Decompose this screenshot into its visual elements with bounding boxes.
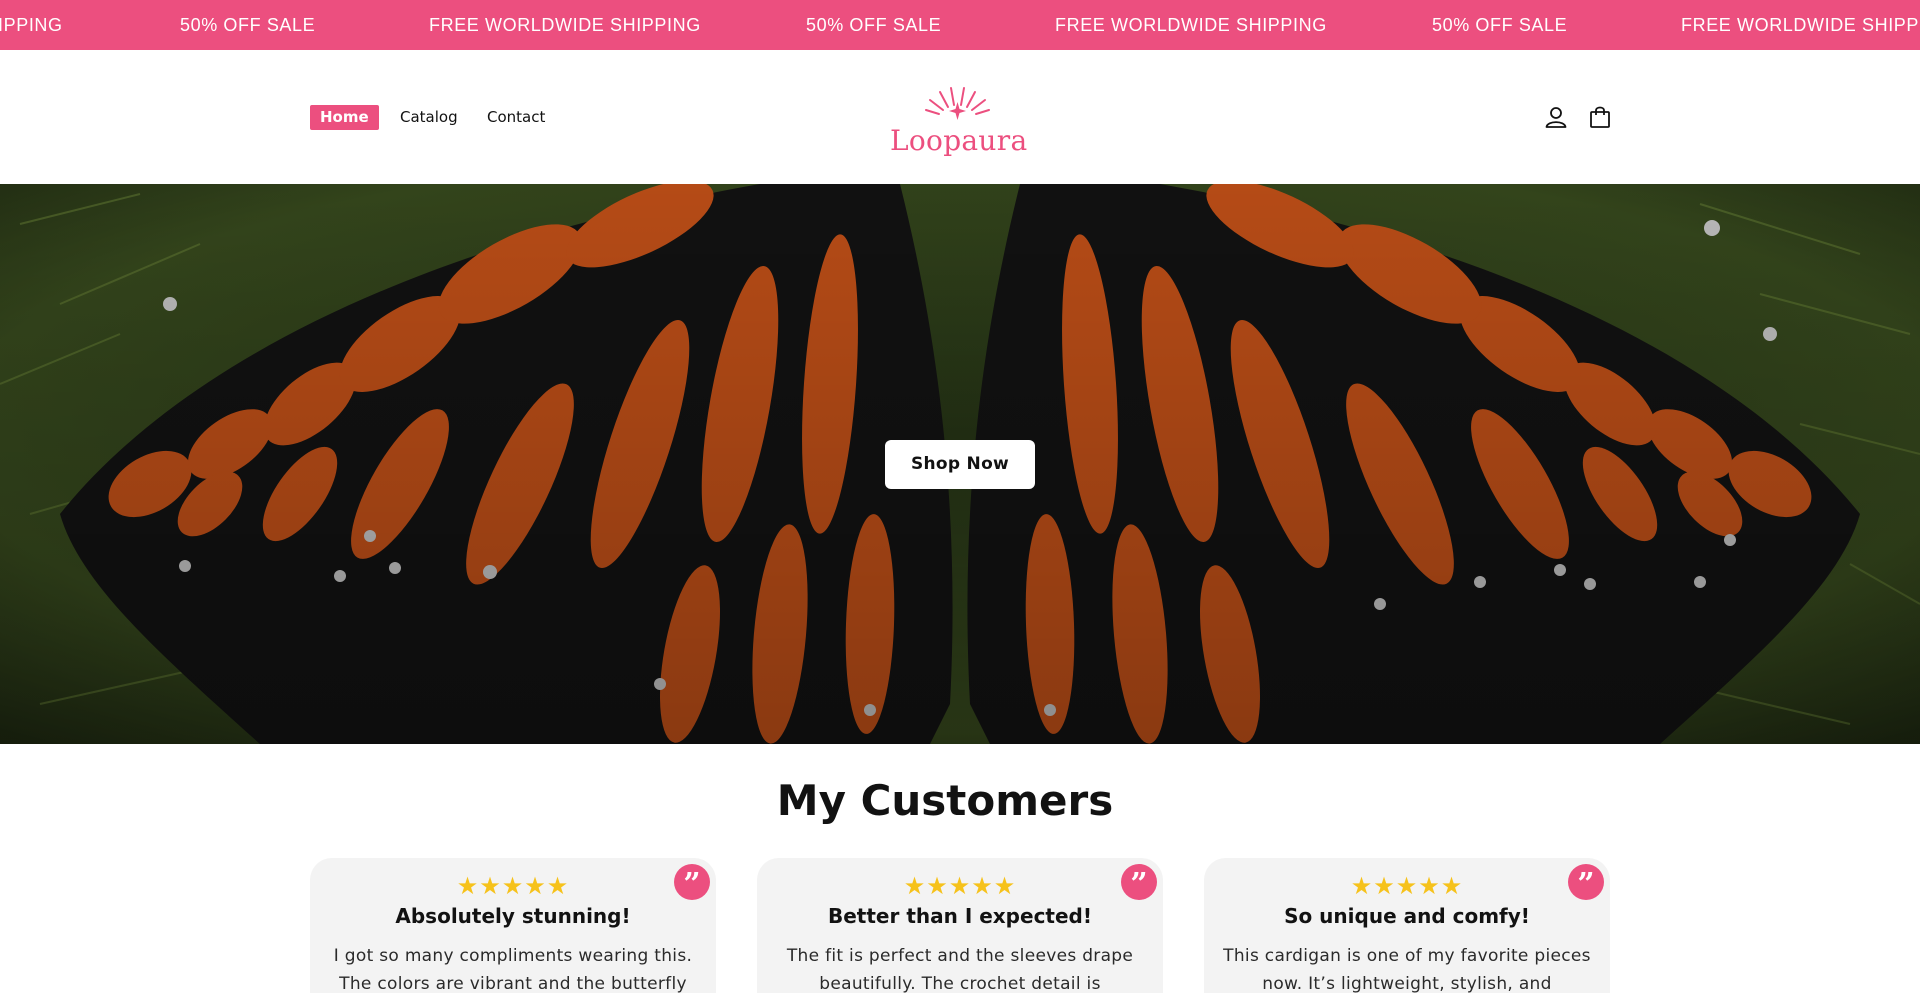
announcement-item: 50% OFF SALE — [1432, 15, 1568, 35]
announcement-item: FREE WORLDWIDE SHIPPING — [429, 15, 701, 35]
quote-icon: ” — [1121, 864, 1157, 902]
testimonial-text: I got so many compliments wearing this. … — [333, 946, 693, 993]
site-logo[interactable]: Loopaura — [890, 74, 1028, 162]
announcement-item: IPPING — [0, 15, 63, 35]
nav-contact[interactable]: Contact — [487, 105, 545, 130]
sun-rays-icon — [925, 87, 990, 120]
announcement-item: 50% OFF SALE — [180, 15, 316, 35]
testimonial-card: ★★★★★ ” Absolutely stunning! I got so ma… — [310, 858, 716, 993]
testimonial-card: ★★★★★ ” So unique and comfy! This cardig… — [1204, 858, 1610, 993]
testimonial-card: ★★★★★ ” Better than I expected! The fit … — [757, 858, 1163, 993]
nav-catalog[interactable]: Catalog — [400, 105, 458, 130]
shop-now-button[interactable]: Shop Now — [885, 440, 1035, 489]
quote-icon: ” — [674, 864, 710, 902]
star-rating: ★★★★★ — [1350, 872, 1464, 900]
nav-home[interactable]: Home — [310, 105, 379, 130]
star-rating: ★★★★★ — [903, 872, 1017, 900]
account-icon[interactable] — [1543, 104, 1569, 130]
star-rating: ★★★★★ — [456, 872, 570, 900]
testimonial-title: Absolutely stunning! — [395, 904, 631, 928]
testimonial-title: Better than I expected! — [828, 904, 1092, 928]
quote-icon: ” — [1568, 864, 1604, 902]
announcement-item: FREE WORLDWIDE SHIPPIN — [1681, 15, 1920, 35]
announcement-item: 50% OFF SALE — [806, 15, 942, 35]
testimonial-text: The fit is perfect and the sleeves drape… — [786, 946, 1134, 993]
logo-text: Loopaura — [890, 124, 1028, 157]
testimonials-title: My Customers — [776, 776, 1114, 825]
site-header: Home Catalog Contact Loopaura — [0, 50, 1920, 184]
testimonial-text: This cardigan is one of my favorite piec… — [1223, 946, 1591, 993]
hero-banner: Shop Now — [0, 184, 1920, 744]
cart-icon[interactable] — [1587, 104, 1613, 130]
announcement-item: FREE WORLDWIDE SHIPPING — [1055, 15, 1327, 35]
testimonial-title: So unique and comfy! — [1284, 904, 1530, 928]
announcement-bar: IPPING 50% OFF SALE FREE WORLDWIDE SHIPP… — [0, 0, 1920, 50]
